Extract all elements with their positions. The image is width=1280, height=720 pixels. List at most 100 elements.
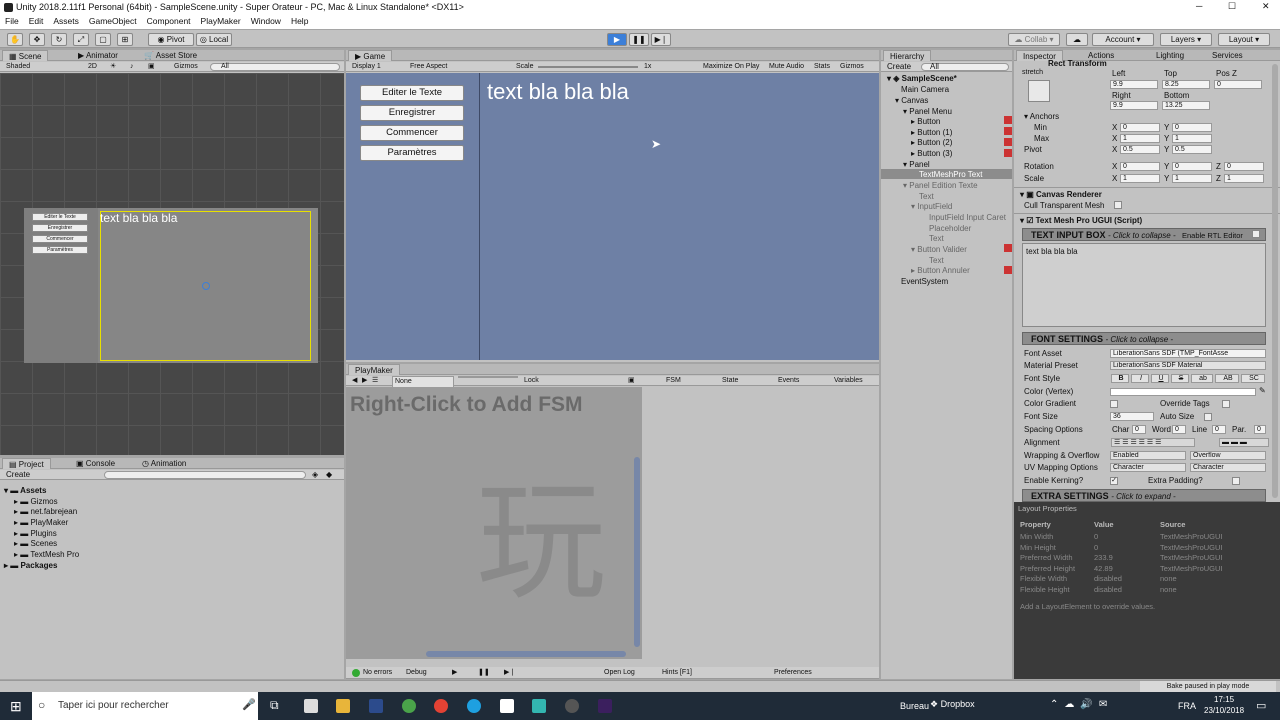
fsm-graph-view[interactable]: Right-Click to Add FSM 玩 bbox=[346, 387, 642, 659]
menu-edit[interactable]: Edit bbox=[24, 15, 49, 27]
game-button-edit[interactable]: Editer le Texte bbox=[360, 85, 464, 101]
effects-toggle-icon[interactable]: ▣ bbox=[148, 62, 155, 72]
menu-playmaker[interactable]: PlayMaker bbox=[196, 15, 246, 27]
game-button-start[interactable]: Commencer bbox=[360, 125, 464, 141]
hierarchy-item[interactable]: Text bbox=[929, 234, 944, 243]
close-icon[interactable]: ✕ bbox=[1262, 1, 1270, 12]
horizontal-scrollbar[interactable] bbox=[426, 651, 626, 657]
hints-button[interactable]: Hints [F1] bbox=[662, 667, 692, 679]
maximize-icon[interactable]: ☐ bbox=[1228, 1, 1236, 12]
color-gradient-checkbox[interactable] bbox=[1110, 400, 1118, 408]
hierarchy-item[interactable]: ▸ Button (1) bbox=[911, 128, 952, 137]
override-tags-checkbox[interactable] bbox=[1222, 400, 1230, 408]
rtl-checkbox[interactable] bbox=[1252, 230, 1260, 238]
color-swatch[interactable] bbox=[1110, 388, 1256, 396]
pm-pause-button[interactable]: ❚❚ bbox=[478, 667, 490, 679]
top-field[interactable]: 8.25 bbox=[1162, 80, 1210, 89]
rotation-x-field[interactable]: 0 bbox=[1120, 162, 1160, 171]
chrome-icon[interactable] bbox=[434, 699, 448, 713]
bottom-field[interactable]: 13.25 bbox=[1162, 101, 1210, 110]
uv-horizontal-dropdown[interactable]: Character bbox=[1110, 463, 1186, 472]
text-input-area[interactable]: text bla bla bla bbox=[1022, 243, 1266, 327]
transform-tool-icon[interactable]: ⊞ bbox=[117, 33, 133, 46]
hierarchy-item[interactable]: ▾ Panel bbox=[903, 160, 930, 169]
taskbar-search-input[interactable]: Taper ici pour rechercher bbox=[58, 700, 169, 711]
auto-size-checkbox[interactable] bbox=[1204, 413, 1212, 421]
mail-app-icon[interactable] bbox=[304, 699, 318, 713]
forward-icon[interactable]: ▶ bbox=[362, 376, 367, 386]
tab-hierarchy[interactable]: Hierarchy bbox=[883, 50, 932, 61]
char-spacing-field[interactable]: 0 bbox=[1132, 425, 1146, 434]
anchor-min-y-field[interactable]: 0 bbox=[1172, 123, 1212, 132]
par-spacing-field[interactable]: 0 bbox=[1254, 425, 1266, 434]
overflow-dropdown[interactable]: Overflow bbox=[1190, 451, 1266, 460]
folder-item[interactable]: ▸ ▬ PlayMaker bbox=[14, 518, 68, 527]
debug-dropdown[interactable]: Debug bbox=[406, 667, 427, 679]
fsm-select-dropdown-2[interactable] bbox=[458, 376, 518, 378]
scale-y-field[interactable]: 1 bbox=[1172, 174, 1212, 183]
scale-z-field[interactable]: 1 bbox=[1224, 174, 1264, 183]
hierarchy-item[interactable]: ▸ Button (3) bbox=[911, 149, 952, 158]
folder-item[interactable]: ▸ ▬ Scenes bbox=[14, 539, 57, 548]
vertical-scrollbar[interactable] bbox=[634, 457, 640, 647]
tab-fsm[interactable]: FSM bbox=[666, 376, 681, 386]
step-button[interactable]: ▶❘ bbox=[651, 33, 671, 46]
font-settings-header[interactable]: FONT SETTINGS - Click to collapse - bbox=[1022, 332, 1266, 345]
pause-button[interactable]: ❚❚ bbox=[629, 33, 649, 46]
pm-step-button[interactable]: ▶❘ bbox=[504, 667, 515, 679]
hierarchy-item[interactable]: Text bbox=[929, 256, 944, 265]
app-globe-icon[interactable] bbox=[402, 699, 416, 713]
scene-button-start[interactable]: Commencer bbox=[32, 235, 88, 243]
scene-view[interactable]: Editer le Texte Enregistrer Commencer Pa… bbox=[0, 73, 344, 455]
font-size-field[interactable]: 36 bbox=[1110, 412, 1154, 421]
anchor-min-x-field[interactable]: 0 bbox=[1120, 123, 1160, 132]
hierarchy-item[interactable]: ▾ InputField bbox=[911, 202, 952, 211]
menu-component[interactable]: Component bbox=[142, 15, 196, 27]
hierarchy-item[interactable]: Main Camera bbox=[901, 85, 949, 94]
layout-dropdown[interactable]: Layout ▾ bbox=[1218, 33, 1270, 46]
hierarchy-item[interactable]: Text bbox=[919, 192, 934, 201]
menu-file[interactable]: File bbox=[0, 15, 24, 27]
display-dropdown[interactable]: Display 1 bbox=[352, 62, 381, 72]
game-button-save[interactable]: Enregistrer bbox=[360, 105, 464, 121]
photoshop-icon[interactable] bbox=[369, 699, 383, 713]
hierarchy-item[interactable]: Placeholder bbox=[929, 224, 971, 233]
smallcaps-button[interactable]: SC bbox=[1241, 374, 1265, 383]
rotate-tool-icon[interactable]: ↻ bbox=[51, 33, 67, 46]
game-view[interactable]: Editer le Texte Enregistrer Commencer Pa… bbox=[346, 73, 879, 360]
tab-scene[interactable]: ▦ Scene bbox=[2, 50, 49, 61]
shaded-dropdown[interactable]: Shaded bbox=[6, 62, 30, 72]
uppercase-button[interactable]: AB bbox=[1215, 374, 1239, 383]
tab-events[interactable]: Events bbox=[778, 376, 799, 386]
menu-gameobject[interactable]: GameObject bbox=[84, 15, 142, 27]
scene-button-settings[interactable]: Paramètres bbox=[32, 246, 88, 254]
menu-window[interactable]: Window bbox=[246, 15, 286, 27]
project-search-input[interactable] bbox=[104, 471, 306, 479]
canvas-renderer-header[interactable]: ▾ ▣ Canvas Renderer bbox=[1020, 190, 1102, 199]
cloud-icon[interactable]: ☁ bbox=[1066, 33, 1088, 46]
unity-app-icon[interactable] bbox=[500, 699, 514, 713]
graph-view-icon[interactable]: ▣ bbox=[628, 376, 635, 386]
scene-search-input[interactable]: All bbox=[210, 63, 340, 71]
pivot-x-field[interactable]: 0.5 bbox=[1120, 145, 1160, 154]
anchor-max-x-field[interactable]: 1 bbox=[1120, 134, 1160, 143]
word-spacing-field[interactable]: 0 bbox=[1172, 425, 1186, 434]
hierarchy-search-input[interactable]: All bbox=[921, 63, 1009, 71]
tab-lighting[interactable]: Lighting bbox=[1150, 50, 1190, 61]
anchor-max-y-field[interactable]: 1 bbox=[1172, 134, 1212, 143]
tmp-header[interactable]: ▾ ☑ Text Mesh Pro UGUI (Script) bbox=[1020, 216, 1142, 225]
anchor-preset-icon[interactable] bbox=[1028, 80, 1050, 102]
game-gizmos-dropdown[interactable]: Gizmos bbox=[840, 62, 864, 72]
dropbox-tray[interactable]: ❖ Dropbox bbox=[930, 699, 975, 710]
taskbar-search[interactable]: ○ Taper ici pour rechercher 🎤 bbox=[32, 692, 258, 720]
scale-slider[interactable] bbox=[538, 66, 638, 68]
uv-vertical-dropdown[interactable]: Character bbox=[1190, 463, 1266, 472]
horizontal-alignment-buttons[interactable]: ☰ ☰ ☰ ☰ ☰ ☰ bbox=[1111, 438, 1195, 447]
tab-state[interactable]: State bbox=[722, 376, 738, 386]
layers-dropdown[interactable]: Layers ▾ bbox=[1160, 33, 1212, 46]
pivot-toggle[interactable]: ◉ Pivot bbox=[148, 33, 194, 46]
maximize-on-play-toggle[interactable]: Maximize On Play bbox=[703, 62, 759, 72]
move-tool-icon[interactable]: ✥ bbox=[29, 33, 45, 46]
vertical-alignment-buttons[interactable]: ▬ ▬ ▬ bbox=[1219, 438, 1269, 447]
task-view-icon[interactable]: ⧉ bbox=[270, 698, 279, 713]
